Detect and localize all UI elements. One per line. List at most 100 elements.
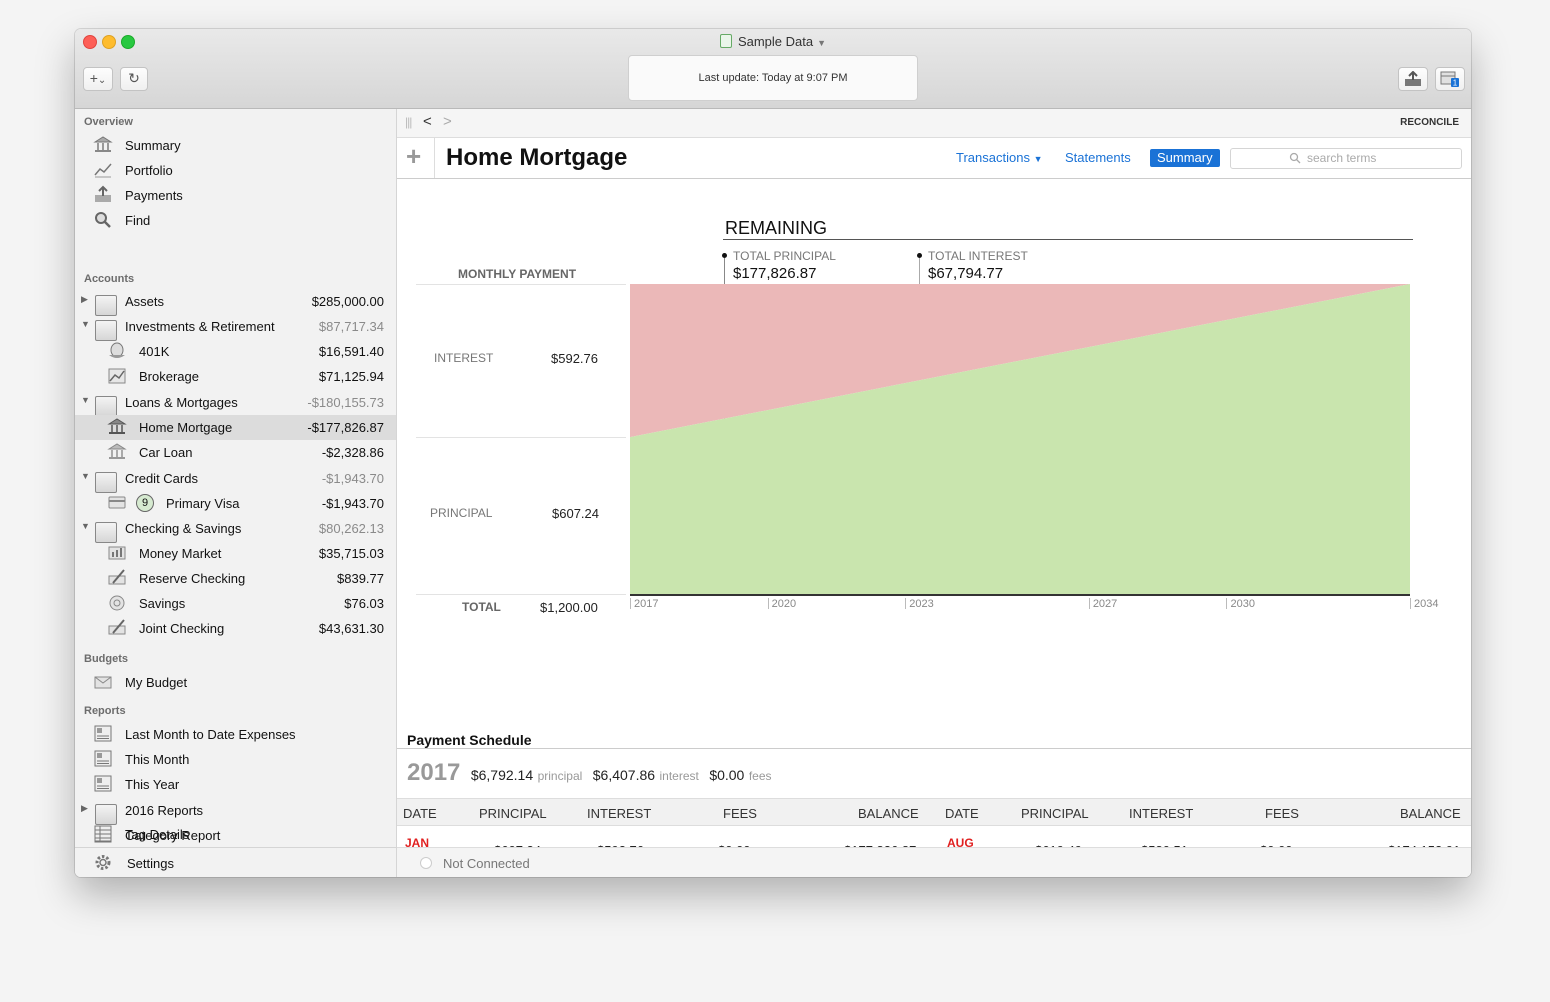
- x-tick-mark: [630, 598, 631, 609]
- sidebar-item-reserve-checking[interactable]: Reserve Checking $839.77: [75, 566, 396, 591]
- disclosure-expanded-icon[interactable]: ▼: [81, 471, 90, 481]
- account-balance: $87,717.34: [318, 319, 384, 334]
- sidebar-item-label: Find: [125, 213, 151, 228]
- monthly-divider-mid: [416, 437, 626, 438]
- total-label: TOTAL: [462, 600, 501, 614]
- sidebar-item-money-market[interactable]: Money Market $35,715.03: [75, 541, 396, 566]
- sidebar-item-report-last-month[interactable]: Last Month to Date Expenses: [75, 722, 396, 747]
- header-divider: [434, 138, 435, 178]
- chart-x-axis: 2017 2020 2023 2027 2030 2034: [630, 595, 1438, 611]
- sidebar-item-label: Payments: [125, 188, 183, 203]
- sidebar-item-loans-mortgages[interactable]: ▼ Loans & Mortgages -$180,155.73: [75, 390, 396, 417]
- settings-button[interactable]: Settings: [75, 851, 396, 876]
- schedule-divider: [397, 748, 1471, 749]
- sidebar-item-401k[interactable]: 401K $16,591.40: [75, 339, 396, 364]
- sidebar-item-label: Home Mortgage: [139, 420, 233, 435]
- main-pane: ||| < > RECONCILE + Home Mortgage Transa…: [397, 109, 1471, 877]
- fees-total: $0.00: [709, 767, 745, 783]
- tab-summary[interactable]: Summary: [1150, 149, 1220, 167]
- tab-statements[interactable]: Statements: [1065, 150, 1131, 165]
- sidebar-item-2016-reports[interactable]: ▶ 2016 Reports: [75, 798, 396, 825]
- sidebar-item-brokerage[interactable]: Brokerage $71,125.94: [75, 364, 396, 389]
- sidebar-item-label: Brokerage: [139, 369, 199, 384]
- disclosure-expanded-icon[interactable]: ▼: [81, 395, 90, 405]
- chart-icon: [94, 163, 112, 178]
- x-tick-mark: [1410, 598, 1411, 609]
- reconcile-button[interactable]: RECONCILE: [1400, 117, 1459, 128]
- sidebar-item-home-mortgage[interactable]: Home Mortgage -$177,826.87: [75, 415, 396, 440]
- sidebar-item-report-this-month[interactable]: This Month: [75, 747, 396, 772]
- document-title[interactable]: Sample Data ▼: [75, 34, 1471, 49]
- column-header-principal: PRINCIPAL: [1021, 806, 1089, 821]
- monthly-payment-label: MONTHLY PAYMENT: [458, 267, 577, 281]
- column-header-fees: FEES: [723, 806, 757, 821]
- sidebar-item-label: 2016 Reports: [125, 803, 204, 818]
- add-transaction-icon[interactable]: +: [406, 141, 421, 172]
- sidebar-item-my-budget[interactable]: My Budget: [75, 670, 396, 695]
- folder-icon: [95, 320, 117, 341]
- disclosure-collapsed-icon[interactable]: ▶: [81, 803, 88, 814]
- sidebar-item-assets[interactable]: ▶ Assets $285,000.00: [75, 289, 396, 316]
- sidebar-item-label: Checking & Savings: [125, 521, 242, 536]
- x-tick-label: 2017: [634, 598, 659, 610]
- disclosure-collapsed-icon[interactable]: ▶: [81, 294, 88, 305]
- sidebar-item-label: Tag Details: [125, 827, 190, 842]
- account-balance: $71,125.94: [318, 369, 384, 384]
- forward-arrow-icon[interactable]: >: [443, 113, 452, 130]
- bank-icon: [107, 418, 127, 434]
- report-icon: [94, 725, 112, 742]
- sidebar-item-label: Last Month to Date Expenses: [125, 727, 296, 742]
- inspector-button[interactable]: 1: [1435, 67, 1465, 91]
- folder-icon: [95, 522, 117, 543]
- drag-handle-icon[interactable]: |||: [405, 115, 412, 129]
- column-header-interest: INTEREST: [587, 806, 652, 821]
- chevron-down-icon: ▼: [817, 38, 827, 48]
- nest-egg-icon: [109, 342, 125, 358]
- chevron-down-icon: ▼: [1033, 154, 1043, 164]
- connection-status-icon: [420, 857, 432, 869]
- piggy-bank-icon: [109, 595, 125, 611]
- upload-tray-icon: [95, 185, 111, 202]
- account-balance: $80,262.13: [318, 521, 384, 536]
- sidebar-item-primary-visa[interactable]: 9 Primary Visa -$1,943.70: [75, 491, 396, 516]
- settings-label: Settings: [127, 856, 174, 871]
- export-button[interactable]: [1398, 67, 1428, 91]
- sidebar-item-tag-details[interactable]: Tag Details: [75, 822, 396, 847]
- monthly-divider-bottom: [416, 594, 626, 595]
- sidebar-item-checking-savings[interactable]: ▼ Checking & Savings $80,262.13: [75, 516, 396, 543]
- total-value: $1,200.00: [540, 600, 598, 615]
- schedule-year: 2017: [407, 759, 461, 786]
- table-report-icon: [94, 825, 112, 842]
- x-tick-label: 2023: [909, 598, 934, 610]
- back-arrow-icon[interactable]: <: [423, 113, 432, 130]
- sidebar-item-payments[interactable]: Payments: [75, 183, 396, 208]
- search-input[interactable]: search terms: [1230, 148, 1462, 169]
- sidebar-item-label: Investments & Retirement: [125, 319, 275, 334]
- sidebar-item-find[interactable]: Find: [75, 208, 396, 233]
- disclosure-expanded-icon[interactable]: ▼: [81, 521, 90, 531]
- total-principal-label: TOTAL PRINCIPAL: [733, 249, 836, 263]
- folder-icon: [95, 396, 117, 417]
- sidebar-item-label: Credit Cards: [125, 471, 198, 486]
- column-header-balance: BALANCE: [858, 806, 919, 821]
- sidebar-item-investments[interactable]: ▼ Investments & Retirement $87,717.34: [75, 314, 396, 341]
- schedule-year-summary: 2017 $6,792.14 principal $6,407.86 inter…: [407, 759, 772, 787]
- sidebar-item-joint-checking[interactable]: Joint Checking $43,631.30: [75, 616, 396, 641]
- payment-breakdown-chart: [630, 284, 1410, 596]
- sidebar-item-report-this-year[interactable]: This Year: [75, 772, 396, 797]
- x-tick-label: 2027: [1092, 598, 1118, 610]
- folder-icon: [95, 472, 117, 493]
- sidebar-item-savings[interactable]: Savings $76.03: [75, 591, 396, 616]
- sidebar-item-credit-cards[interactable]: ▼ Credit Cards -$1,943.70: [75, 466, 396, 493]
- refresh-button[interactable]: ↻: [120, 67, 148, 91]
- add-menu-button[interactable]: +⌄: [83, 67, 113, 91]
- sidebar-item-summary[interactable]: Summary: [75, 133, 396, 158]
- sidebar-item-car-loan[interactable]: Car Loan -$2,328.86: [75, 440, 396, 465]
- money-market-icon: [108, 546, 126, 560]
- reports-section-header: Reports: [84, 705, 126, 717]
- document-title-text: Sample Data: [737, 34, 814, 49]
- disclosure-expanded-icon[interactable]: ▼: [81, 319, 90, 329]
- app-window: Sample Data ▼ +⌄ ↻ Last update: Today at …: [75, 29, 1471, 877]
- tab-transactions[interactable]: Transactions ▼: [956, 150, 1042, 165]
- sidebar-item-portfolio[interactable]: Portfolio: [75, 158, 396, 183]
